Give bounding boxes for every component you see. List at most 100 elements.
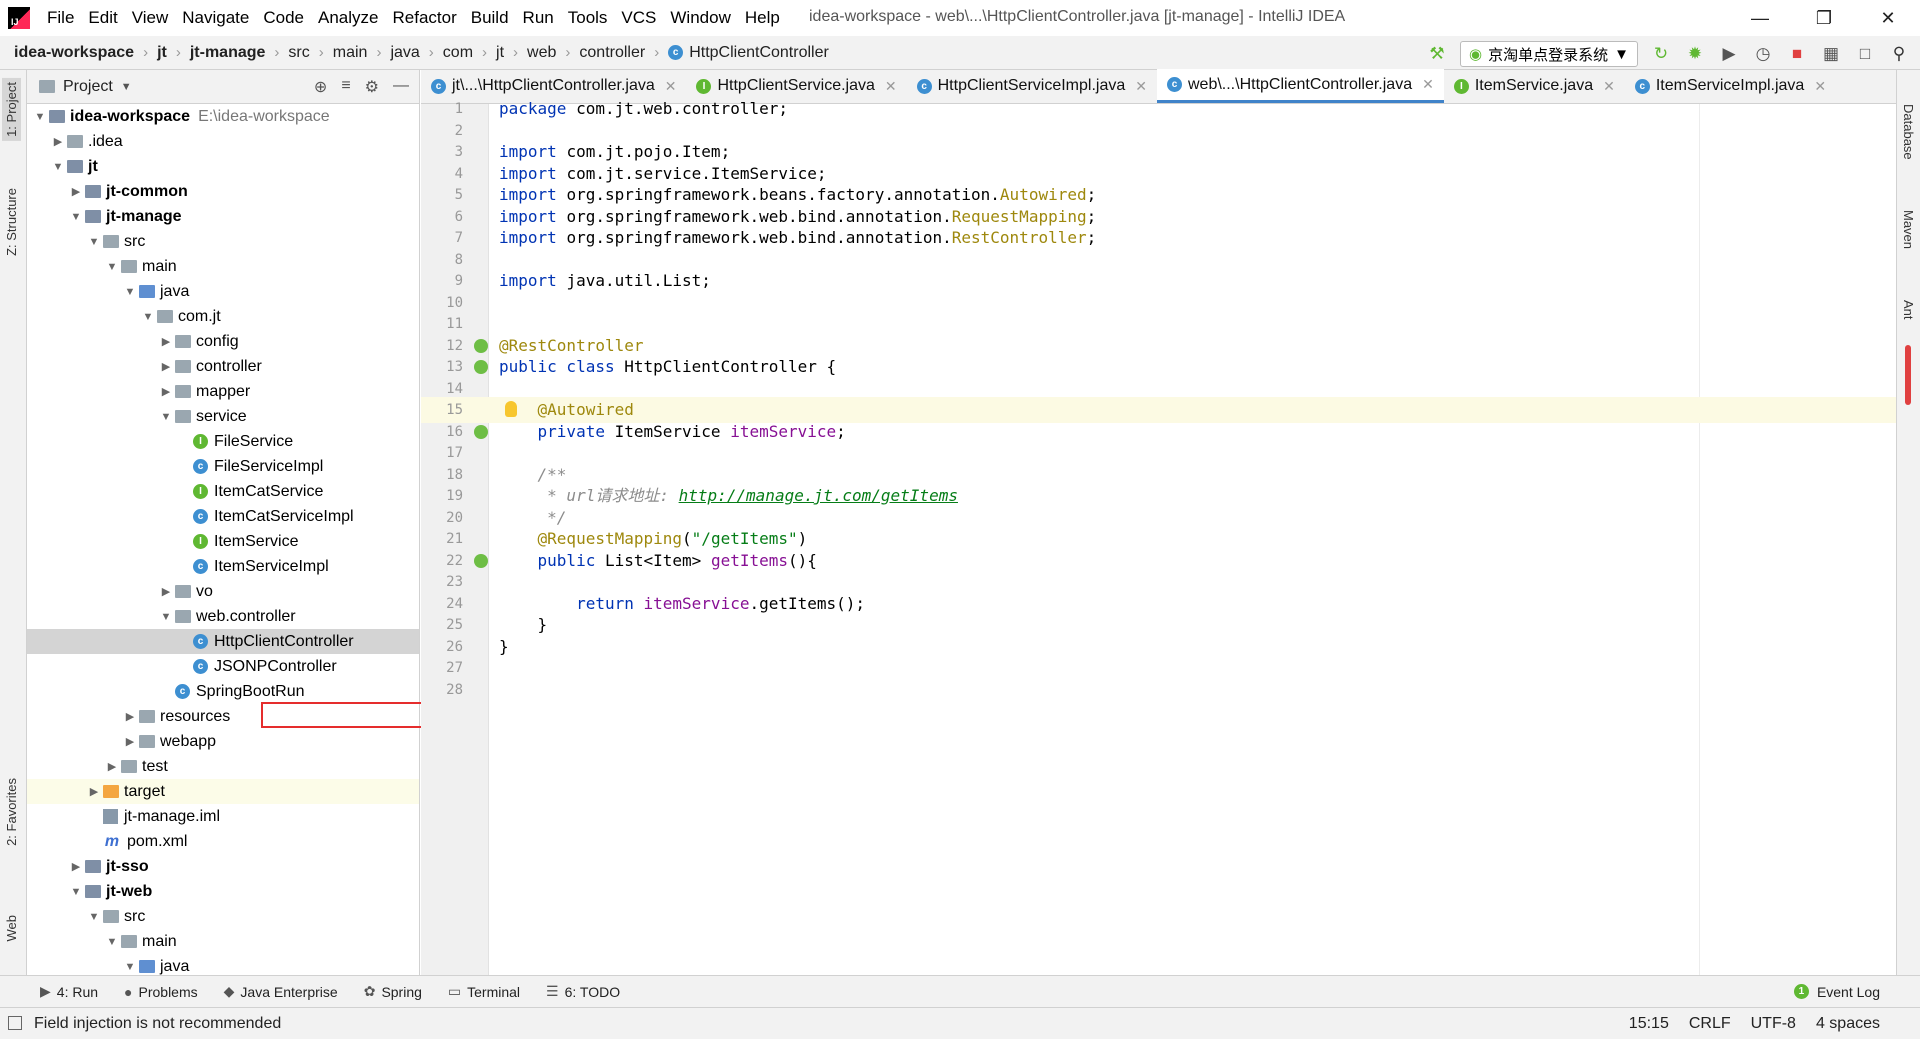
tree-node[interactable]: ▶ test xyxy=(27,754,419,779)
chevron-down-icon[interactable]: ▼ xyxy=(103,261,121,273)
chevron-right-icon[interactable]: ▶ xyxy=(157,385,175,398)
breadcrumb-item[interactable]: jt xyxy=(496,44,504,62)
close-icon[interactable]: ✕ xyxy=(885,78,897,95)
chevron-down-icon[interactable]: ▼ xyxy=(121,81,132,93)
minimize-icon[interactable]: — xyxy=(1728,0,1792,36)
tree-node[interactable]: ▼ main xyxy=(27,254,419,279)
coverage-icon[interactable]: ▶ xyxy=(1718,43,1740,65)
tree-node[interactable]: ▶ .idea xyxy=(27,129,419,154)
menu-item-view[interactable]: View xyxy=(125,8,176,28)
chevron-down-icon[interactable]: ▼ xyxy=(121,961,139,973)
file-encoding[interactable]: UTF-8 xyxy=(1751,1015,1796,1033)
tree-node[interactable]: ▼ jt-manage xyxy=(27,204,419,229)
tree-node[interactable]: ▶ webapp xyxy=(27,729,419,754)
close-icon[interactable]: ✕ xyxy=(1135,78,1147,95)
close-icon[interactable]: ✕ xyxy=(1603,78,1615,95)
tree-node[interactable]: ▼ main xyxy=(27,929,419,954)
close-icon[interactable]: ✕ xyxy=(1422,76,1434,93)
chevron-down-icon[interactable]: ▼ xyxy=(139,311,157,323)
chevron-right-icon[interactable]: ▶ xyxy=(121,710,139,723)
tool-window-button[interactable]: ▶ 4: Run xyxy=(40,983,98,1000)
tree-node[interactable]: ▼ java xyxy=(27,954,419,975)
chevron-down-icon[interactable]: ▼ xyxy=(31,111,49,123)
tool-window-button[interactable]: ◆ Java Enterprise xyxy=(224,983,338,1000)
chevron-right-icon[interactable]: ▶ xyxy=(67,185,85,198)
project-structure-icon[interactable]: ▦ xyxy=(1820,43,1842,65)
database-tool-button[interactable]: Database xyxy=(1901,104,1916,160)
caret-position[interactable]: 15:15 xyxy=(1629,1015,1669,1033)
tree-node[interactable]: ▶IItemCatService xyxy=(27,479,419,504)
tree-node[interactable]: ▶mpom.xml xyxy=(27,829,419,854)
gear-icon[interactable]: ⚙ xyxy=(365,77,379,97)
tree-node[interactable]: ▼ jt xyxy=(27,154,419,179)
chevron-down-icon[interactable]: ▼ xyxy=(49,161,67,173)
tool-window-button[interactable]: ✿ Spring xyxy=(364,983,422,1000)
spring-bean-icon[interactable] xyxy=(474,360,488,374)
chevron-right-icon[interactable]: ▶ xyxy=(49,135,67,148)
breadcrumb-item[interactable]: main xyxy=(333,44,368,62)
tree-node[interactable]: ▶cItemServiceImpl xyxy=(27,554,419,579)
hide-icon[interactable]: — xyxy=(393,77,409,97)
rerun-icon[interactable]: ↻ xyxy=(1650,43,1672,65)
chevron-down-icon[interactable]: ▼ xyxy=(121,286,139,298)
tree-node[interactable]: ▶IFileService xyxy=(27,429,419,454)
chevron-right-icon[interactable]: ▶ xyxy=(121,735,139,748)
web-tool-button[interactable]: Web xyxy=(4,915,19,942)
chevron-right-icon[interactable]: ▶ xyxy=(103,760,121,773)
menu-item-run[interactable]: Run xyxy=(516,8,561,28)
close-icon[interactable]: ✕ xyxy=(665,78,677,95)
close-icon[interactable]: ✕ xyxy=(1856,0,1920,36)
chevron-right-icon[interactable]: ▶ xyxy=(157,360,175,373)
tool-window-button[interactable]: ▭ Terminal xyxy=(448,983,520,1000)
collapse-all-icon[interactable]: ≡ xyxy=(341,77,350,97)
menu-item-navigate[interactable]: Navigate xyxy=(175,8,256,28)
breadcrumb-item[interactable]: controller xyxy=(579,44,645,62)
menu-item-refactor[interactable]: Refactor xyxy=(385,8,463,28)
tool-window-button[interactable]: ● Problems xyxy=(124,984,198,1000)
tree-node[interactable]: ▶ jt-common xyxy=(27,179,419,204)
code-line[interactable]: 28 xyxy=(421,677,1896,703)
tree-node[interactable]: ▶cFileServiceImpl xyxy=(27,454,419,479)
run-configuration-select[interactable]: ◉ 京淘单点登录系统 ▼ xyxy=(1460,41,1638,67)
tree-node[interactable]: ▼ web.controller xyxy=(27,604,419,629)
maven-tool-button[interactable]: Maven xyxy=(1901,210,1916,249)
menu-item-analyze[interactable]: Analyze xyxy=(311,8,385,28)
stop-icon[interactable]: ■ xyxy=(1786,43,1808,65)
tree-node[interactable]: ▼ jt-web xyxy=(27,879,419,904)
tree-node[interactable]: ▶ config xyxy=(27,329,419,354)
layout-icon[interactable]: □ xyxy=(1854,43,1876,65)
breadcrumb-item[interactable]: src xyxy=(288,44,309,62)
menu-item-window[interactable]: Window xyxy=(663,8,737,28)
menu-item-file[interactable]: File xyxy=(40,8,81,28)
menu-item-code[interactable]: Code xyxy=(256,8,311,28)
tree-node[interactable]: ▶jt-manage.iml xyxy=(27,804,419,829)
spring-bean-icon[interactable] xyxy=(474,338,488,353)
chevron-down-icon[interactable]: ▼ xyxy=(85,911,103,923)
tree-node[interactable]: ▼ service xyxy=(27,404,419,429)
breadcrumb-item[interactable]: jt xyxy=(157,44,167,62)
locate-icon[interactable]: ⊕ xyxy=(314,77,327,97)
chevron-right-icon[interactable]: ▶ xyxy=(157,335,175,348)
line-separator[interactable]: CRLF xyxy=(1689,1015,1731,1033)
chevron-right-icon[interactable]: ▶ xyxy=(157,585,175,598)
tree-node[interactable]: ▶IItemService xyxy=(27,529,419,554)
tree-node[interactable]: ▶ jt-sso xyxy=(27,854,419,879)
structure-tool-button[interactable]: Z: Structure xyxy=(4,188,19,256)
tree-node[interactable]: ▼ src xyxy=(27,229,419,254)
toggle-panels-icon[interactable] xyxy=(8,1016,22,1030)
tree-node[interactable]: ▼ com.jt xyxy=(27,304,419,329)
chevron-down-icon[interactable]: ▼ xyxy=(157,611,175,623)
tree-node[interactable]: ▶ mapper xyxy=(27,379,419,404)
tree-node[interactable]: ▼ src xyxy=(27,904,419,929)
breadcrumb-item[interactable]: web xyxy=(527,44,556,62)
tool-window-button[interactable]: ☰ 6: TODO xyxy=(546,983,620,1000)
code-editor[interactable]: 1 package com.jt.web.controller; 2 3 import … xyxy=(421,99,1896,975)
spring-bean-icon[interactable] xyxy=(474,424,488,439)
chevron-down-icon[interactable]: ▼ xyxy=(67,211,85,223)
tree-node[interactable]: ▶cJSONPController xyxy=(27,654,419,679)
indent-setting[interactable]: 4 spaces xyxy=(1816,1015,1880,1033)
chevron-down-icon[interactable]: ▼ xyxy=(103,936,121,948)
breadcrumb-item[interactable]: java xyxy=(390,44,419,62)
chevron-down-icon[interactable]: ▼ xyxy=(85,236,103,248)
tree-node[interactable]: ▶ target xyxy=(27,779,419,804)
